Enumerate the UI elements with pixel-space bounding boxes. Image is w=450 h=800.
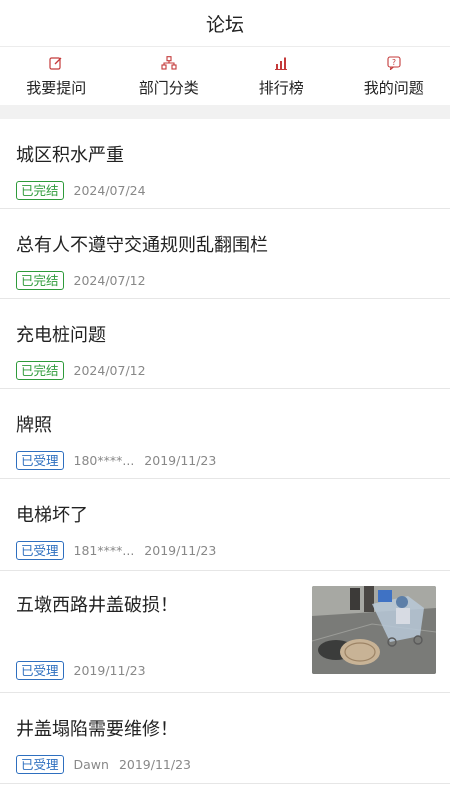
bar-chart-icon [273,55,289,71]
org-chart-icon [161,55,177,71]
status-badge: 已受理 [16,451,64,470]
post-date: 2019/11/23 [118,757,191,772]
status-badge: 已受理 [16,755,64,774]
post-title: 电梯坏了 [16,505,88,526]
post-title: 总有人不遵守交通规则乱翻围栏 [16,235,268,256]
list-item[interactable]: 五墩西路井盖破损！ 已受理 2019/11/23 [0,571,450,693]
edit-icon [48,55,64,71]
tab-label: 我的问题 [363,78,424,97]
list-item[interactable]: 井盖塌陷需要维修！ 已受理 Dawn 2019/11/23 [0,693,450,784]
tab-label: 排行榜 [258,78,304,97]
post-title: 牌照 [16,415,52,436]
list-item[interactable]: 总有人不遵守交通规则乱翻围栏 已完结 2024/07/12 [0,209,450,299]
post-title: 充电桩问题 [16,325,106,346]
tab-bar: 我要提问 部门分类 排行榜 ? 我的问题 [0,47,450,105]
post-list: 城区积水严重 已完结 2024/07/24 总有人不遵守交通规则乱翻围栏 已完结… [0,119,450,784]
post-date: 2019/11/23 [144,453,217,468]
status-badge: 已受理 [16,661,64,680]
post-author: 181****... [73,543,135,558]
post-date: 2024/07/12 [73,273,146,288]
list-item[interactable]: 牌照 已受理 180****... 2019/11/23 [0,389,450,479]
post-date: 2024/07/12 [73,363,146,378]
post-author: 180****... [73,453,135,468]
page-title: 论坛 [205,13,244,36]
tab-department-category[interactable]: 部门分类 [114,55,224,98]
tab-my-questions[interactable]: ? 我的问题 [339,55,449,98]
app-header: 论坛 [0,0,450,46]
list-item[interactable]: 城区积水严重 已完结 2024/07/24 [0,119,450,209]
post-date: 2019/11/23 [144,543,217,558]
tab-leaderboard[interactable]: 排行榜 [226,55,336,98]
post-title: 城区积水严重 [16,145,124,166]
status-badge: 已完结 [16,361,64,380]
tab-label: 我要提问 [26,78,87,97]
tab-ask-question[interactable]: 我要提问 [1,55,111,98]
post-author: Dawn [73,757,109,772]
question-icon: ? [386,55,402,71]
post-meta: 已受理 181****... 2019/11/23 [16,541,434,574]
status-badge: 已完结 [16,181,64,200]
post-title: 井盖塌陷需要维修！ [16,719,178,740]
status-badge: 已完结 [16,271,64,290]
list-item[interactable]: 电梯坏了 已受理 181****... 2019/11/23 [0,479,450,571]
post-thumbnail[interactable] [312,586,436,674]
tab-label: 部门分类 [138,78,199,97]
list-item[interactable]: 充电桩问题 已完结 2024/07/12 [0,299,450,389]
post-meta: 已受理 Dawn 2019/11/23 [16,755,434,788]
post-date: 2019/11/23 [73,663,146,678]
svg-text:?: ? [392,57,396,66]
status-badge: 已受理 [16,541,64,560]
post-date: 2024/07/24 [73,183,146,198]
section-gap [0,105,450,119]
